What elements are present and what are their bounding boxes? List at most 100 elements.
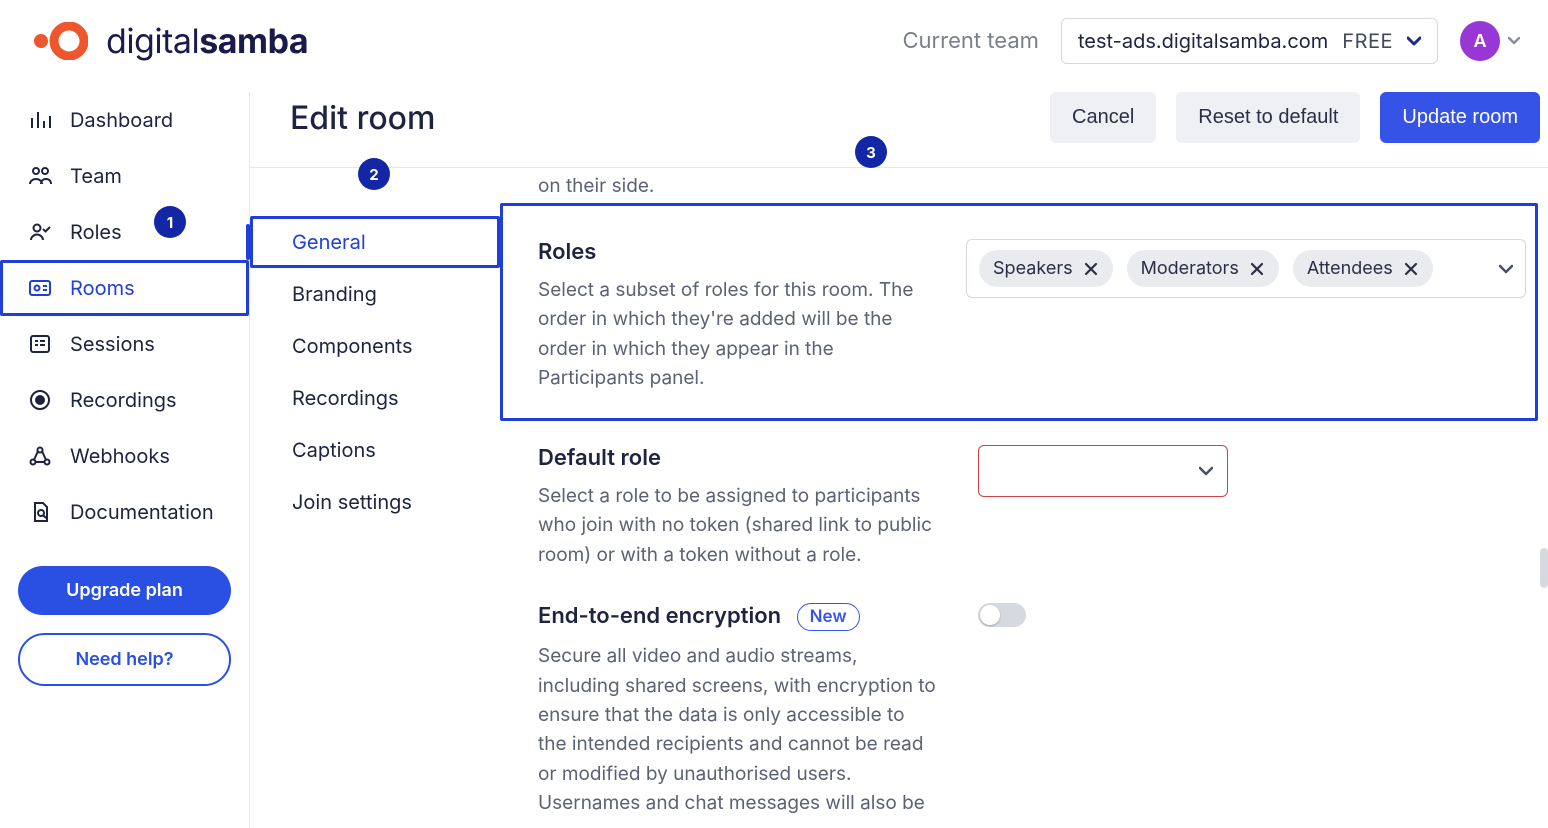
avatar-initial: A [1473, 31, 1486, 52]
remove-chip-icon[interactable] [1083, 261, 1099, 277]
sidebar-item-roles[interactable]: Roles [0, 204, 249, 260]
e2ee-section: End-to-end encryption New Secure all vid… [500, 579, 1538, 828]
sidebar-item-rooms[interactable]: Rooms [0, 260, 249, 316]
list-icon [28, 332, 52, 356]
button-label: Reset to default [1198, 106, 1338, 128]
content: Edit room Cancel Reset to default Update… [250, 92, 1548, 828]
tab-label: Captions [292, 438, 376, 462]
bar-chart-icon [28, 108, 52, 132]
doc-search-icon [28, 500, 52, 524]
cancel-button[interactable]: Cancel [1050, 92, 1156, 143]
account-menu[interactable]: A [1460, 21, 1520, 61]
sidebar-actions: Upgrade plan Need help? [0, 540, 249, 686]
default-role-select[interactable] [978, 445, 1228, 497]
reset-to-default-button[interactable]: Reset to default [1176, 92, 1360, 143]
button-label: Need help? [75, 649, 173, 670]
chip-label: Moderators [1141, 258, 1239, 279]
team-domain: test-ads.digitalsamba.com [1078, 29, 1328, 53]
tab-label: General [292, 230, 366, 254]
default-role-description: Select a role to be assigned to particip… [538, 481, 938, 569]
chevron-down-icon [1199, 466, 1213, 476]
button-label: Cancel [1072, 106, 1134, 128]
person-check-icon [28, 220, 52, 244]
annotation-badge-3: 3 [855, 136, 887, 168]
default-role-title: Default role [538, 445, 938, 471]
page-title: Edit room [290, 98, 435, 137]
chevron-down-icon [1508, 37, 1520, 45]
team-selector[interactable]: test-ads.digitalsamba.com FREE [1061, 18, 1438, 64]
sidebar-item-label: Sessions [70, 332, 155, 356]
tabs-list: General Branding Components Recordings C… [250, 216, 500, 528]
tab-label: Components [292, 334, 413, 358]
tab-captions[interactable]: Captions [250, 424, 500, 476]
default-role-section: Default role Select a role to be assigne… [500, 421, 1538, 579]
tab-label: Branding [292, 282, 377, 306]
e2ee-toggle[interactable] [978, 603, 1026, 627]
brand: digitalsamba [28, 21, 308, 62]
annotation-badge-2: 2 [358, 158, 390, 190]
roles-title: Roles [538, 239, 926, 265]
sidebar-item-dashboard[interactable]: Dashboard [0, 92, 249, 148]
sidebar-item-label: Documentation [70, 500, 214, 524]
sidebar-nav: Dashboard Team Roles Rooms [0, 92, 249, 540]
sidebar-item-label: Team [70, 164, 122, 188]
sidebar-item-team[interactable]: Team [0, 148, 249, 204]
tab-join-settings[interactable]: Join settings [250, 476, 500, 528]
remove-chip-icon[interactable] [1403, 261, 1419, 277]
general-panel: 3 on their side. Roles Select a subset o… [500, 168, 1548, 828]
previous-section-cutoff-text: on their side. [500, 174, 1538, 197]
webhook-icon [28, 444, 52, 468]
tab-components[interactable]: Components [250, 320, 500, 372]
room-tabs: 2 General Branding Components Recordings… [250, 168, 500, 828]
sidebar-item-label: Webhooks [70, 444, 170, 468]
sidebar-item-sessions[interactable]: Sessions [0, 316, 249, 372]
button-label: Update room [1402, 106, 1518, 128]
tab-recordings[interactable]: Recordings [250, 372, 500, 424]
sidebar-item-recordings[interactable]: Recordings [0, 372, 249, 428]
update-room-button[interactable]: Update room [1380, 92, 1540, 143]
upgrade-plan-button[interactable]: Upgrade plan [18, 566, 231, 615]
sidebar-item-label: Dashboard [70, 108, 173, 132]
current-team-label: Current team [902, 28, 1038, 54]
button-label: Upgrade plan [66, 580, 183, 601]
e2ee-title-text: End-to-end encryption [538, 603, 781, 629]
tab-branding[interactable]: Branding [250, 268, 500, 320]
chip-label: Speakers [993, 258, 1073, 279]
brand-name-light: digital [106, 21, 199, 62]
sidebar-item-webhooks[interactable]: Webhooks [0, 428, 249, 484]
chevron-down-icon [1407, 36, 1421, 46]
tab-general[interactable]: General [250, 216, 500, 268]
layout: 1 Dashboard Team Roles [0, 92, 1548, 828]
team-plan: FREE [1342, 29, 1393, 53]
e2ee-title: End-to-end encryption New [538, 603, 938, 631]
annotation-badge-1: 1 [154, 206, 186, 238]
sidebar-item-label: Rooms [70, 276, 135, 300]
topbar-right: Current team test-ads.digitalsamba.com F… [902, 18, 1520, 64]
need-help-button[interactable]: Need help? [18, 633, 231, 686]
brand-name-bold: samba [199, 21, 308, 62]
id-card-icon [28, 276, 52, 300]
page-actions: Cancel Reset to default Update room [1050, 92, 1540, 143]
remove-chip-icon[interactable] [1249, 261, 1265, 277]
scrollbar-thumb[interactable] [1540, 548, 1548, 588]
sidebar-item-label: Roles [70, 220, 122, 244]
chevron-down-icon[interactable] [1499, 264, 1513, 274]
role-chip-speakers: Speakers [979, 250, 1113, 287]
people-icon [28, 164, 52, 188]
brand-name: digitalsamba [106, 21, 308, 62]
roles-description: Select a subset of roles for this room. … [538, 275, 926, 393]
sidebar: 1 Dashboard Team Roles [0, 92, 250, 828]
avatar: A [1460, 21, 1500, 61]
chip-label: Attendees [1307, 258, 1393, 279]
new-badge: New [797, 603, 860, 631]
sidebar-item-label: Recordings [70, 388, 177, 412]
sidebar-item-documentation[interactable]: Documentation [0, 484, 249, 540]
roles-section: Roles Select a subset of roles for this … [500, 203, 1538, 421]
page-header: Edit room Cancel Reset to default Update… [250, 92, 1548, 168]
tab-label: Join settings [292, 490, 412, 514]
logo-icon [28, 22, 88, 60]
topbar: digitalsamba Current team test-ads.digit… [0, 0, 1548, 92]
role-chip-moderators: Moderators [1127, 250, 1279, 287]
roles-multi-select[interactable]: Speakers Moderators [966, 239, 1526, 298]
tab-label: Recordings [292, 386, 399, 410]
